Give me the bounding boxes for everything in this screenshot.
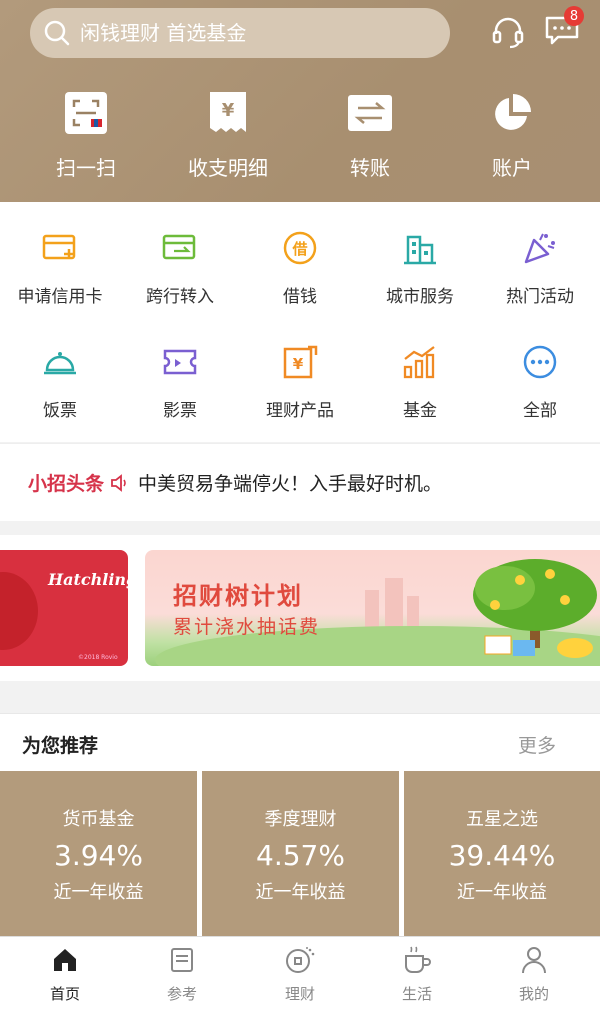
product-name: 货币基金 [62,809,135,830]
svg-text:¥: ¥ [222,100,235,121]
recommend-cards: 货币基金 3.94% 近一年收益 季度理财 4.57% 近一年收益 五星之选 3… [0,771,600,936]
coffee-cup-icon [357,945,477,975]
search-bar[interactable] [30,8,450,58]
product-card[interactable]: 五星之选 39.44% 近一年收益 [404,771,600,936]
service-label: 热门活动 [506,287,574,307]
service-city[interactable]: 城市服务 [360,228,480,307]
banner-copyright: ©2018 Rovio [78,654,118,661]
wealth-product-icon: ¥ [240,342,360,382]
tab-label: 首页 [49,985,80,1003]
news-tag: 小招头条 [28,473,105,495]
product-rate-label: 近一年收益 [457,882,547,903]
service-label: 理财产品 [266,401,334,421]
angry-bird-image [0,572,38,650]
banner-hatchlings[interactable]: Hatchlings ©2018 Rovio [0,550,128,666]
service-grid: 申请信用卡 跨行转入 借 借钱 城市服务 热门活动 饭票 影票 ¥ 理财产品 基… [0,202,600,442]
tab-life[interactable]: 生活 [357,945,477,1004]
product-rate-label: 近一年收益 [255,882,346,903]
bottom-tab-bar: 首页 参考 理财 生活 我的 [0,936,600,1011]
notification-badge: 8 [564,6,584,26]
banner-carousel: Hatchlings ©2018 Rovio 招财树计划 累计浇水抽话费 [0,535,600,681]
tab-wealth[interactable]: 理财 [240,945,360,1004]
quick-label: 转账 [350,156,390,180]
product-name: 季度理财 [264,809,337,830]
service-fund[interactable]: 基金 [360,342,480,421]
home-icon [5,945,125,975]
coin-icon [240,945,360,975]
party-popper-icon [480,228,600,268]
tab-label: 我的 [518,985,549,1003]
transfer-icon [300,90,440,136]
user-icon [474,945,594,975]
quick-scan[interactable]: 扫一扫 [16,90,156,181]
tab-label: 参考 [166,985,197,1003]
svg-text:借: 借 [291,240,307,258]
service-hot-events[interactable]: 热门活动 [480,228,600,307]
service-wealth-products[interactable]: ¥ 理财产品 [240,342,360,421]
quick-account[interactable]: 账户 [442,90,582,181]
quick-label: 扫一扫 [56,156,116,180]
more-dots-icon [480,342,600,382]
news-headline: 中美贸易争端停火！入手最好时机。 [138,473,443,495]
banner-title: 招财树计划 [173,582,303,610]
service-label: 影票 [163,401,197,421]
product-rate-label: 近一年收益 [53,882,144,903]
service-label: 饭票 [43,401,77,421]
city-building-icon [360,228,480,268]
quick-transfer[interactable]: 转账 [300,90,440,181]
product-rate: 39.44% [448,839,556,872]
product-rate: 3.94% [54,839,143,872]
document-icon [122,945,242,975]
banner-subtitle: 累计浇水抽话费 [173,616,321,638]
borrow-icon: 借 [240,228,360,268]
svg-text:¥: ¥ [293,355,304,373]
receipt-icon: ¥ [158,90,298,136]
movie-ticket-icon [120,342,240,382]
product-card[interactable]: 货币基金 3.94% 近一年收益 [0,771,197,936]
product-name: 五星之选 [466,809,538,830]
quick-label: 收支明细 [188,156,268,180]
service-interbank-transfer[interactable]: 跨行转入 [120,228,240,307]
service-label: 基金 [403,401,437,421]
interbank-card-icon [120,228,240,268]
service-label: 申请信用卡 [17,287,103,307]
credit-card-add-icon [0,228,120,268]
more-link[interactable]: 更多 [518,731,556,758]
header: 8 扫一扫 ¥ 收支明细 转账 账户 [0,0,600,202]
news-ticker[interactable]: 小招头条 中美贸易争端停火！入手最好时机。 [0,443,600,521]
recommend-header: 为您推荐 更多 [0,713,600,771]
service-meal-ticket[interactable]: 饭票 [0,342,120,421]
tab-label: 生活 [401,985,432,1003]
banner-title: Hatchlings [48,570,128,589]
headset-icon[interactable] [488,12,528,52]
service-apply-credit-card[interactable]: 申请信用卡 [0,228,120,307]
tab-home[interactable]: 首页 [5,945,125,1004]
search-input[interactable] [80,21,420,45]
service-label: 跨行转入 [146,287,214,307]
banner-money-tree[interactable]: 招财树计划 累计浇水抽话费 [145,550,600,666]
scan-icon [16,90,156,136]
quick-statement[interactable]: ¥ 收支明细 [158,90,298,181]
quick-label: 账户 [492,156,532,180]
tab-mine[interactable]: 我的 [474,945,594,1004]
service-all[interactable]: 全部 [480,342,600,421]
speaker-icon [110,473,130,492]
service-label: 城市服务 [386,287,454,307]
product-rate: 4.57% [256,839,345,872]
message-button[interactable]: 8 [542,6,584,52]
section-title: 为您推荐 [22,735,99,757]
fund-chart-icon [360,342,480,382]
tab-reference[interactable]: 参考 [122,945,242,1004]
service-label: 借钱 [283,287,317,307]
food-cloche-icon [0,342,120,382]
product-card[interactable]: 季度理财 4.57% 近一年收益 [202,771,399,936]
service-borrow[interactable]: 借 借钱 [240,228,360,307]
search-icon [42,18,72,48]
service-movie-ticket[interactable]: 影票 [120,342,240,421]
pie-chart-icon [442,90,582,136]
service-label: 全部 [523,401,557,421]
tab-label: 理财 [284,985,315,1003]
